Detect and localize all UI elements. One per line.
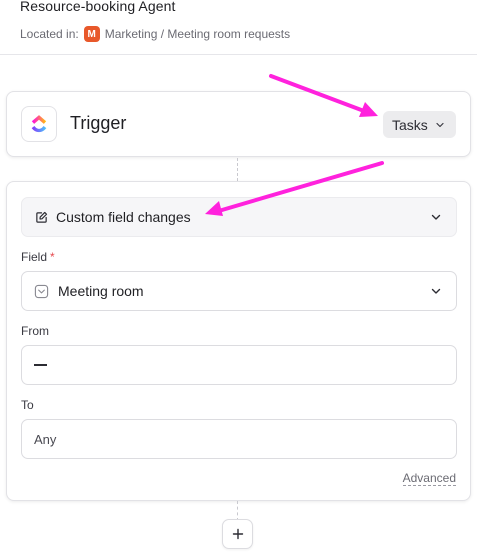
field-label-text: Field [21, 250, 48, 264]
chevron-down-icon [435, 120, 445, 130]
event-type-label: Custom field changes [56, 209, 191, 225]
trigger-config-card: Custom field changes Field * Meeting room… [6, 181, 471, 501]
located-label: Located in: [20, 27, 79, 41]
plus-icon [232, 528, 244, 540]
empty-value-dash [34, 364, 47, 366]
agent-header: Resource-booking Agent Located in: M Mar… [0, 0, 477, 55]
trigger-source-label: Tasks [392, 116, 428, 133]
location-breadcrumb: Located in: M Marketing / Meeting room r… [20, 26, 290, 42]
trigger-title: Trigger [70, 113, 127, 133]
to-input-value: Any [34, 431, 57, 447]
field-label: Field * [21, 250, 55, 264]
clickup-logo-icon [21, 106, 57, 142]
trigger-card[interactable]: Trigger Tasks [6, 91, 471, 157]
location-path-link[interactable]: Marketing / Meeting room requests [105, 27, 290, 41]
event-type-dropdown[interactable]: Custom field changes [21, 197, 457, 237]
flow-connector [237, 158, 238, 181]
to-input[interactable]: Any [21, 419, 457, 459]
required-marker: * [50, 250, 55, 264]
from-label: From [21, 324, 49, 338]
from-input[interactable] [21, 345, 457, 385]
field-select[interactable]: Meeting room [21, 271, 457, 311]
space-badge: M [83, 26, 100, 42]
to-label: To [21, 398, 34, 412]
dropdown-field-icon [34, 284, 49, 299]
flow-connector [237, 501, 238, 521]
edit-field-icon [35, 211, 48, 224]
chevron-down-icon [430, 285, 442, 297]
advanced-link[interactable]: Advanced [402, 471, 456, 486]
chevron-down-icon [430, 211, 442, 223]
trigger-source-dropdown[interactable]: Tasks [383, 111, 456, 138]
agent-title: Resource-booking Agent [20, 0, 176, 14]
add-step-button[interactable] [222, 519, 253, 549]
field-select-value: Meeting room [58, 283, 144, 299]
